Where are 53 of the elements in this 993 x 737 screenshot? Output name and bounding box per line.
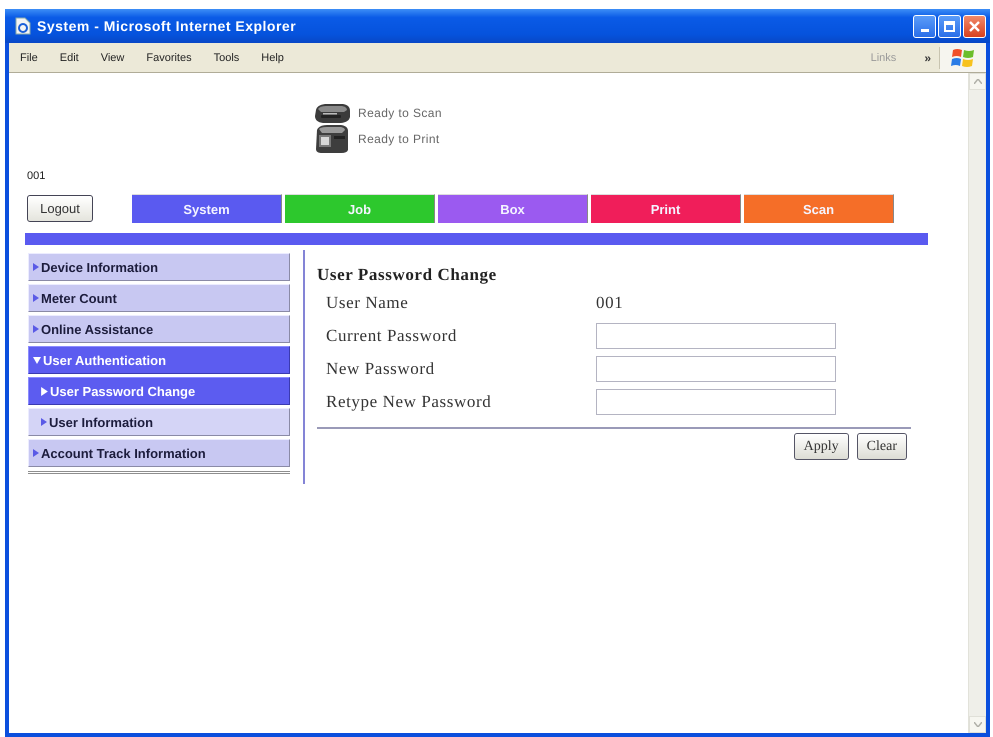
caret-right-icon [33,263,39,271]
flag-icon [951,46,975,68]
sidebar-item[interactable]: Device Information [28,253,290,281]
caret-right-icon [33,449,39,457]
window-title: System - Microsoft Internet Explorer [37,18,296,34]
menu-item[interactable]: Edit [48,50,90,66]
field-value: 001 [596,292,624,312]
sidebar-item[interactable]: Account Track Information [28,439,290,467]
password-field[interactable] [596,356,836,382]
menu-item[interactable]: View [90,50,136,66]
links-label: Links [870,52,896,64]
field-label: New Password [326,358,435,378]
field-label: User Name [326,292,408,312]
password-field[interactable] [596,388,836,414]
form-button[interactable]: Apply [794,433,849,460]
field-label: Current Password [326,326,457,346]
status-text: Ready to Print [358,132,440,146]
caret-right-icon [41,386,48,396]
sidebar-item[interactable]: Online Assistance [28,315,290,343]
scanner-icon [313,102,351,124]
sidebar-subitem[interactable]: User Password Change [28,377,290,405]
sidebar-item[interactable]: Meter Count [28,284,290,312]
minimize-button[interactable] [913,14,936,38]
maximize-button[interactable] [938,14,961,38]
caret-right-icon [33,294,39,302]
close-icon [969,20,980,32]
printer-icon [313,124,351,154]
nav-tab[interactable]: Box [438,194,588,223]
scroll-down-button[interactable] [969,716,986,733]
caret-right-icon [33,325,39,333]
links-chevron[interactable]: » [924,50,931,64]
minimize-icon [920,28,928,32]
page-icon [15,17,31,35]
nav-tab[interactable]: Print [591,194,741,223]
sidebar-item[interactable]: User Authentication [28,346,290,374]
menu-item[interactable]: Help [250,50,295,66]
logout-button[interactable]: Logout [27,195,93,222]
menu-item[interactable]: Tools [202,50,250,66]
field-label: Retype New Password [326,392,492,412]
close-button[interactable] [963,14,986,38]
menu-item[interactable]: File [9,50,49,66]
password-field[interactable] [596,322,836,348]
maximize-icon [944,20,955,32]
form-button[interactable]: Clear [856,433,907,460]
caret-down-icon [33,356,41,364]
nav-tab[interactable]: System [132,194,282,223]
status-text: Ready to Scan [358,106,442,120]
caret-right-icon [41,418,47,426]
scroll-up-button[interactable] [969,73,986,90]
user-id: 001 [27,170,46,182]
sidebar-subitem[interactable]: User Information [28,408,290,436]
menu-item[interactable]: Favorites [135,50,203,66]
form-title: User Password Change [317,265,497,285]
